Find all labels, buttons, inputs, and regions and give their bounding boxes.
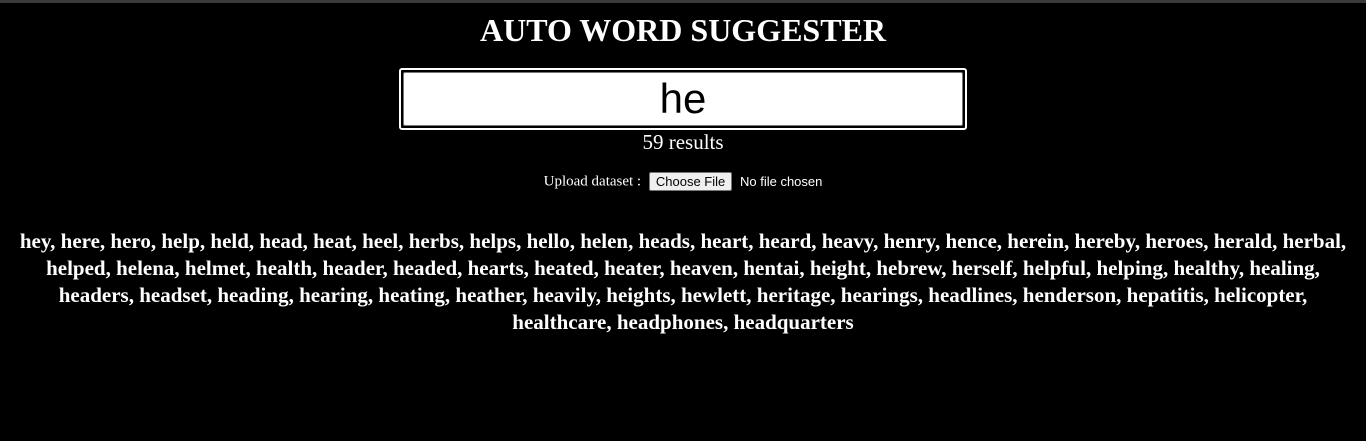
search-input[interactable] <box>403 72 963 126</box>
search-field-frame <box>399 68 967 130</box>
suggestions-list: hey, here, hero, help, held, head, heat,… <box>19 229 1347 334</box>
upload-dataset-row: Upload dataset : Choose File No file cho… <box>0 172 1366 192</box>
file-status-text: No file chosen <box>739 173 823 189</box>
page-title: AUTO WORD SUGGESTER <box>479 12 887 48</box>
choose-file-button[interactable]: Choose File <box>648 172 733 192</box>
results-count: 59 results <box>642 130 724 154</box>
upload-dataset-label: Upload dataset : <box>543 173 642 190</box>
window-top-strip <box>0 0 1366 3</box>
